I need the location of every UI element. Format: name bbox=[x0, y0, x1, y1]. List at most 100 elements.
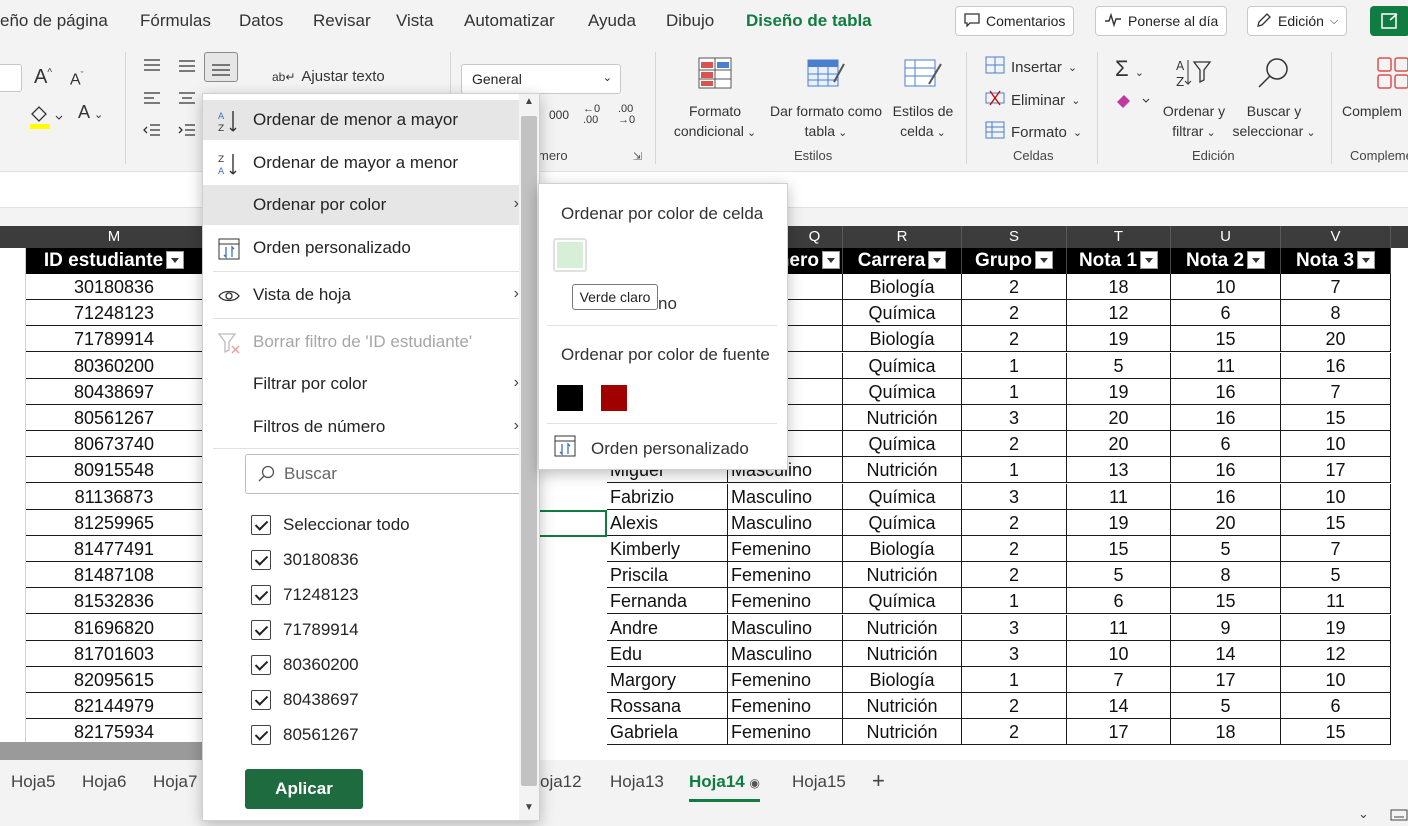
table-cell-id[interactable]: 80360200 bbox=[26, 352, 203, 379]
table-cell-n3[interactable]: 7 bbox=[1281, 536, 1391, 562]
table-cell-carrera[interactable]: Nutrición bbox=[843, 614, 962, 641]
tab-data[interactable]: Datos bbox=[239, 11, 283, 31]
table-cell-n1[interactable]: 20 bbox=[1067, 405, 1171, 431]
table-cell-n3[interactable]: 10 bbox=[1281, 483, 1391, 510]
number-filters-item[interactable]: Filtros de número › bbox=[203, 407, 519, 447]
filter-value-item[interactable]: 71789914 bbox=[251, 615, 359, 645]
sheet-tab-hoja5[interactable]: Hoja5 bbox=[11, 772, 55, 792]
table-cell-n3[interactable]: 5 bbox=[1281, 562, 1391, 589]
table-cell-grupo[interactable]: 1 bbox=[962, 352, 1067, 379]
catch-up-button[interactable]: Ponerse al día bbox=[1095, 6, 1228, 36]
sheet-tab-hoja13[interactable]: Hoja13 bbox=[610, 772, 664, 792]
table-cell-nombre[interactable]: Fabrizio bbox=[607, 483, 728, 510]
format-button[interactable]: Formato ⌄ bbox=[985, 121, 1082, 143]
filter-by-color-item[interactable]: Filtrar por color › bbox=[203, 364, 519, 404]
table-cell-id[interactable]: 81259965 bbox=[26, 509, 203, 536]
autosum-icon[interactable]: Σ ⌄ bbox=[1115, 56, 1144, 82]
table-cell-n2[interactable]: 15 bbox=[1171, 326, 1281, 353]
table-cell-carrera[interactable]: Biología bbox=[843, 274, 962, 300]
format-as-table-button[interactable]: Dar formato como tabla ⌄ bbox=[762, 56, 890, 143]
header-nota2[interactable]: Nota 2 bbox=[1171, 248, 1281, 274]
sheet-tab-hoja14[interactable]: Hoja14 ◉ bbox=[689, 772, 760, 802]
table-cell-n2[interactable]: 16 bbox=[1171, 405, 1281, 431]
editing-mode-button[interactable]: Edición ⌵ bbox=[1247, 6, 1348, 36]
filter-dropdown-icon[interactable] bbox=[1247, 250, 1266, 269]
decimal-zeros-icon[interactable]: 000 bbox=[549, 108, 569, 122]
table-cell-grupo[interactable]: 2 bbox=[962, 326, 1067, 353]
table-cell-n2[interactable]: 16 bbox=[1171, 378, 1281, 405]
align-left-icon[interactable] bbox=[142, 90, 162, 113]
table-cell-carrera[interactable]: Química bbox=[843, 300, 962, 327]
tab-automate[interactable]: Automatizar bbox=[464, 11, 555, 31]
table-cell-grupo[interactable]: 2 bbox=[962, 431, 1067, 458]
decrease-indent-icon[interactable] bbox=[142, 122, 162, 145]
apply-button[interactable]: Aplicar bbox=[245, 769, 363, 809]
table-cell-carrera[interactable]: Química bbox=[843, 378, 962, 405]
table-cell-nombre[interactable]: Edu bbox=[607, 640, 728, 667]
filter-dropdown-icon[interactable] bbox=[1035, 250, 1053, 269]
decrease-decimal-icon[interactable]: .00 →0 bbox=[618, 104, 635, 126]
table-cell-n3[interactable]: 17 bbox=[1281, 457, 1391, 484]
table-cell-n2[interactable]: 6 bbox=[1171, 300, 1281, 327]
filter-value-item[interactable]: 80360200 bbox=[251, 650, 359, 680]
comments-button[interactable]: Comentarios bbox=[955, 6, 1075, 36]
table-cell-n1[interactable]: 11 bbox=[1067, 483, 1171, 510]
table-cell-n1[interactable]: 7 bbox=[1067, 667, 1171, 693]
tab-page-layout[interactable]: eño de página bbox=[0, 11, 108, 31]
select-all-checkbox[interactable]: Seleccionar todo bbox=[251, 510, 410, 540]
table-cell-n1[interactable]: 14 bbox=[1067, 693, 1171, 720]
scroll-down-icon[interactable]: ▼ bbox=[524, 802, 534, 813]
checkbox-checked[interactable] bbox=[251, 550, 271, 570]
table-cell-carrera[interactable]: Biología bbox=[843, 326, 962, 353]
table-cell-carrera[interactable]: Nutrición bbox=[843, 719, 962, 746]
table-cell-carrera[interactable]: Química bbox=[843, 352, 962, 379]
table-cell-id[interactable]: 81701603 bbox=[26, 640, 203, 667]
table-cell-genero[interactable]: Masculino bbox=[728, 640, 843, 667]
checkbox-checked[interactable] bbox=[251, 585, 271, 605]
insert-button[interactable]: Insertar ⌄ bbox=[985, 56, 1077, 78]
increase-decimal-icon[interactable]: ←0.00 bbox=[583, 104, 600, 126]
table-cell-n3[interactable]: 10 bbox=[1281, 667, 1391, 693]
table-cell-n1[interactable]: 19 bbox=[1067, 378, 1171, 405]
table-cell-n2[interactable]: 5 bbox=[1171, 693, 1281, 720]
table-cell-n1[interactable]: 15 bbox=[1067, 536, 1171, 562]
table-cell-nombre[interactable]: Rossana bbox=[607, 693, 728, 720]
table-cell-n3[interactable]: 19 bbox=[1281, 614, 1391, 641]
active-cell[interactable] bbox=[540, 510, 607, 537]
table-cell-id[interactable]: 81477491 bbox=[26, 536, 203, 562]
table-cell-n3[interactable]: 12 bbox=[1281, 640, 1391, 667]
filter-value-item[interactable]: 80561267 bbox=[251, 720, 359, 750]
tab-formulas[interactable]: Fórmulas bbox=[140, 11, 211, 31]
delete-button[interactable]: Eliminar ⌄ bbox=[985, 89, 1080, 111]
table-cell-id[interactable]: 82095615 bbox=[26, 667, 203, 693]
table-cell-n3[interactable]: 15 bbox=[1281, 719, 1391, 746]
dialog-launcher-icon[interactable]: ⇲ bbox=[633, 150, 642, 163]
table-cell-genero[interactable]: Femenino bbox=[728, 562, 843, 589]
font-size-box[interactable] bbox=[0, 64, 22, 92]
table-cell-carrera[interactable]: Química bbox=[843, 483, 962, 510]
table-cell-grupo[interactable]: 1 bbox=[962, 378, 1067, 405]
table-cell-n3[interactable]: 16 bbox=[1281, 352, 1391, 379]
add-ins-button[interactable]: Complem bbox=[1342, 56, 1408, 121]
column-header-v[interactable]: V bbox=[1281, 226, 1391, 248]
filter-value-item[interactable]: 71248123 bbox=[251, 580, 359, 610]
filter-dropdown-icon[interactable] bbox=[1357, 250, 1376, 269]
table-cell-nombre[interactable]: Margory bbox=[607, 667, 728, 693]
table-cell-id[interactable]: 81696820 bbox=[26, 614, 203, 641]
table-cell-nombre[interactable]: Gabriela bbox=[607, 719, 728, 746]
table-cell-n2[interactable]: 8 bbox=[1171, 562, 1281, 589]
table-cell-carrera[interactable]: Nutrición bbox=[843, 405, 962, 431]
header-grupo[interactable]: Grupo bbox=[962, 248, 1067, 274]
align-top-icon[interactable] bbox=[142, 58, 162, 79]
tab-review[interactable]: Revisar bbox=[313, 11, 371, 31]
table-cell-genero[interactable]: Femenino bbox=[728, 667, 843, 693]
table-cell-n3[interactable]: 8 bbox=[1281, 300, 1391, 327]
header-nota3[interactable]: Nota 3 bbox=[1281, 248, 1391, 274]
table-cell-nombre[interactable]: Fernanda bbox=[607, 588, 728, 615]
table-cell-grupo[interactable]: 2 bbox=[962, 509, 1067, 536]
header-nota1[interactable]: Nota 1 bbox=[1067, 248, 1171, 274]
table-cell-n3[interactable]: 10 bbox=[1281, 431, 1391, 458]
sort-by-color-item[interactable]: Ordenar por color › bbox=[203, 185, 519, 225]
table-cell-id[interactable]: 80561267 bbox=[26, 405, 203, 431]
table-cell-id[interactable]: 30180836 bbox=[26, 274, 203, 300]
